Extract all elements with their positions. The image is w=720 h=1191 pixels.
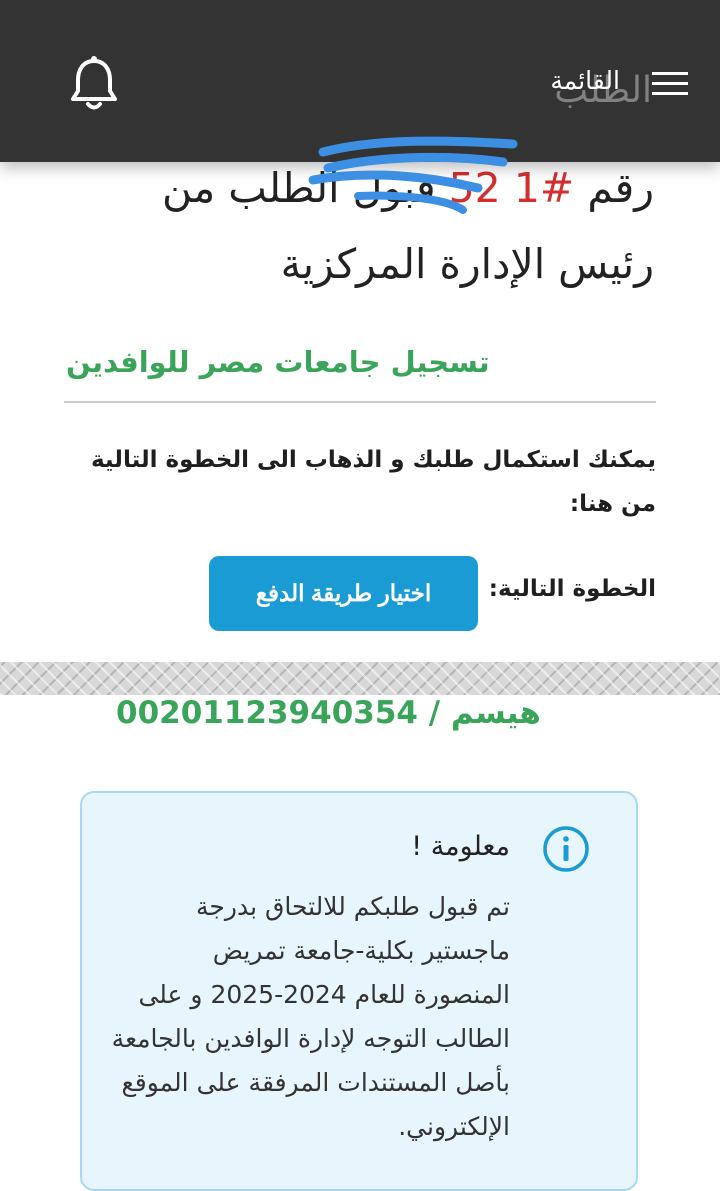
hamburger-icon[interactable] <box>652 72 688 96</box>
bell-icon[interactable] <box>68 55 120 113</box>
redaction-scribble <box>308 136 518 214</box>
section-divider <box>64 401 656 403</box>
info-alert: معلومة ! تم قبول طلبكم للالتحاق بدرجة ما… <box>80 791 638 1191</box>
heading-prefix: رقم <box>587 164 654 212</box>
info-body: تم قبول طلبكم للالتحاق بدرجة ماجستير بكل… <box>111 892 510 1141</box>
info-title: معلومة ! <box>411 831 510 862</box>
instruction-text: يمكنك استكمال طلبك و الذهاب الى الخطوة ا… <box>90 447 656 517</box>
choose-payment-method-button[interactable]: اختيار طريقة الدفع <box>209 556 478 631</box>
decorative-pattern-strip <box>0 662 720 695</box>
site-watermark: تسجيل جامعات مصر للوافدين <box>66 345 490 379</box>
menu-label[interactable]: القائمة <box>550 66 620 95</box>
contact-watermark: 00201123940354 / هيسم <box>116 695 541 731</box>
next-step-label: الخطوة التالية: <box>488 576 656 602</box>
info-circle-icon <box>543 826 589 872</box>
